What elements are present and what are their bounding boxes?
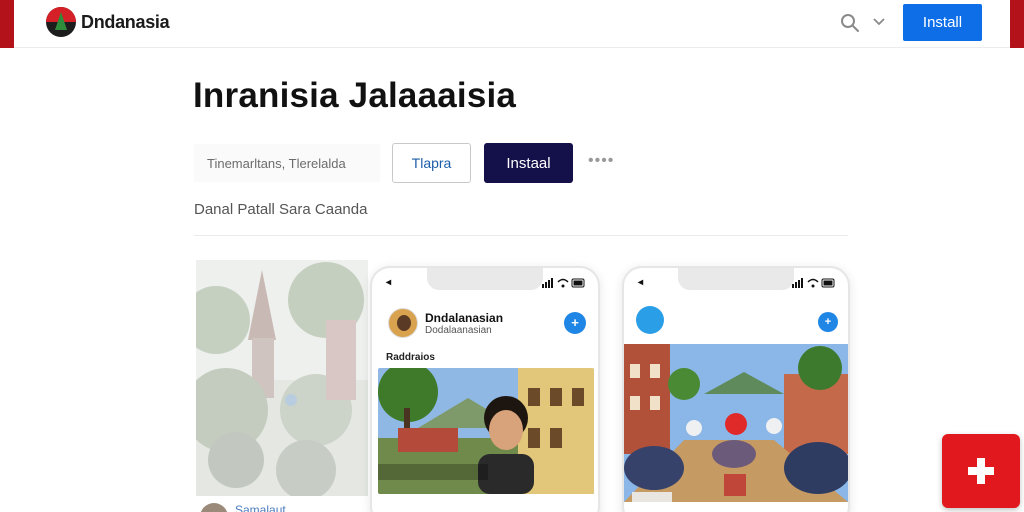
secondary-action-button[interactable]: Tlapra <box>392 143 471 183</box>
feed-section-title: Raddraios <box>386 352 435 363</box>
phone-notch <box>678 268 794 290</box>
profile-handle: Dodalaanasian <box>425 325 492 336</box>
search-icon[interactable] <box>840 13 860 33</box>
profile-name[interactable]: Dndalanasian <box>425 311 503 325</box>
primary-install-button[interactable]: Instaal <box>484 143 573 183</box>
app-logo-icon[interactable] <box>636 306 664 334</box>
right-edge-decoration <box>1010 0 1024 48</box>
follow-button[interactable]: + <box>564 312 586 334</box>
share-button[interactable]: + <box>818 312 838 332</box>
install-button[interactable]: Install <box>903 4 982 41</box>
red-cross-icon <box>968 458 994 484</box>
section-divider <box>194 235 848 236</box>
page-title: Inranisia Jalaaaisia <box>193 76 517 115</box>
profile-avatar[interactable] <box>388 308 418 338</box>
page-subtitle: Danal Patall Sara Caanda <box>194 201 368 218</box>
status-signal-icon <box>542 278 585 288</box>
top-navigation-bar: Dndanasia Install <box>14 0 1010 48</box>
feed-photo[interactable] <box>378 368 594 494</box>
festival-photo[interactable] <box>624 344 848 502</box>
chevron-down-icon[interactable] <box>871 14 887 30</box>
phone-mockup-profile: ◂ Dndalanasian Dodalaanasian + Raddraios <box>370 266 600 512</box>
avatar <box>200 503 228 512</box>
bottom-nav-bar[interactable] <box>372 508 598 512</box>
brand-logo[interactable] <box>46 7 76 37</box>
status-back-indicator: ◂ <box>386 277 392 288</box>
bottom-nav-bar[interactable] <box>624 508 848 512</box>
background-card-caption[interactable]: Samalaut <box>235 503 286 512</box>
search-input[interactable] <box>194 144 380 182</box>
phone-notch <box>427 268 543 290</box>
phone-mockup-feed: ◂ + <box>622 266 850 512</box>
more-options-icon[interactable]: •••• <box>588 152 614 170</box>
status-signal-icon <box>792 278 835 288</box>
status-back-indicator: ◂ <box>638 277 644 288</box>
brand-name[interactable]: Dndanasia <box>81 12 170 33</box>
background-photo <box>196 260 368 496</box>
red-cross-action-button[interactable] <box>942 434 1020 508</box>
left-edge-decoration <box>0 0 14 48</box>
